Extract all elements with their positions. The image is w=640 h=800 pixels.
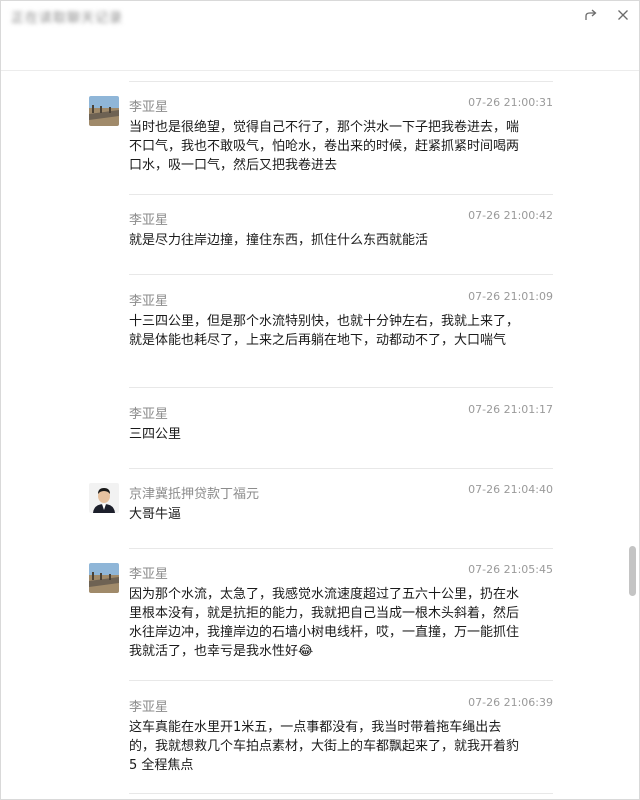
- message-text: 就是尽力往岸边撞，撞住东西，抓住什么东西就能活: [129, 233, 429, 248]
- message-timestamp: 07-26 21:01:09: [468, 290, 553, 303]
- man-portrait-avatar-icon: [89, 483, 119, 513]
- message-timestamp: 07-26 21:00:31: [468, 96, 553, 109]
- message-timestamp: 07-26 21:00:42: [468, 209, 553, 222]
- sender-name: 李亚星: [129, 213, 169, 228]
- message-divider: [129, 548, 553, 549]
- sender-name: 李亚星: [129, 567, 169, 582]
- sender-name: 李亚星: [129, 100, 169, 115]
- message-timestamp: 07-26 21:04:40: [468, 483, 553, 496]
- message-text: 三四公里: [129, 427, 182, 442]
- message-divider: [129, 387, 553, 388]
- message-timestamp: 07-26 21:06:39: [468, 696, 553, 709]
- road-photo-avatar-icon: [89, 563, 119, 593]
- close-icon: [618, 10, 628, 20]
- close-button[interactable]: [613, 5, 633, 25]
- avatar[interactable]: [89, 483, 119, 513]
- message-divider: [129, 468, 553, 469]
- sender-name: 李亚星: [129, 294, 169, 309]
- message-text: 这车真能在水里开1米五，一点事都没有，我当时带着拖车绳出去的，我就想救几个车拍点…: [129, 720, 520, 773]
- message-divider: [129, 194, 553, 195]
- sender-name: 李亚星: [129, 407, 169, 422]
- title-bar: 正在读取聊天记录: [1, 1, 639, 71]
- message-timestamp: 07-26 21:05:45: [468, 563, 553, 576]
- message-text: 当时也是很绝望，觉得自己不行了，那个洪水一下子把我卷进去，喘不口气，我也不敢吸气…: [129, 120, 520, 173]
- message-divider: [129, 274, 553, 275]
- message-divider: [129, 680, 553, 681]
- road-photo-avatar-icon: [89, 96, 119, 126]
- sender-name: 京津冀抵押贷款丁福元: [129, 487, 260, 502]
- avatar[interactable]: [89, 563, 119, 593]
- message-divider: [129, 81, 553, 82]
- message-text: 大哥牛逼: [129, 507, 182, 522]
- share-icon: [585, 9, 597, 20]
- vertical-scrollbar[interactable]: [629, 546, 636, 596]
- share-button[interactable]: [581, 5, 601, 25]
- avatar[interactable]: [89, 96, 119, 126]
- chat-history-window: 正在读取聊天记录 李亚星 07-26 21:00:31 当时也是很绝望，觉得自己…: [0, 0, 640, 800]
- message-timestamp: 07-26 21:01:17: [468, 403, 553, 416]
- sender-name: 李亚星: [129, 700, 169, 715]
- message-scroll-area[interactable]: 李亚星 07-26 21:00:31 当时也是很绝望，觉得自己不行了，那个洪水一…: [1, 72, 639, 799]
- message-text: 十三四公里，但是那个水流特别快，也就十分钟左右，我就上来了，就是体能也耗尽了，上…: [129, 314, 520, 348]
- message-text: 因为那个水流，太急了，我感觉水流速度超过了五六十公里，扔在水里根本没有，就是抗拒…: [129, 587, 520, 659]
- window-title: 正在读取聊天记录: [11, 11, 124, 26]
- message-divider: [129, 793, 553, 794]
